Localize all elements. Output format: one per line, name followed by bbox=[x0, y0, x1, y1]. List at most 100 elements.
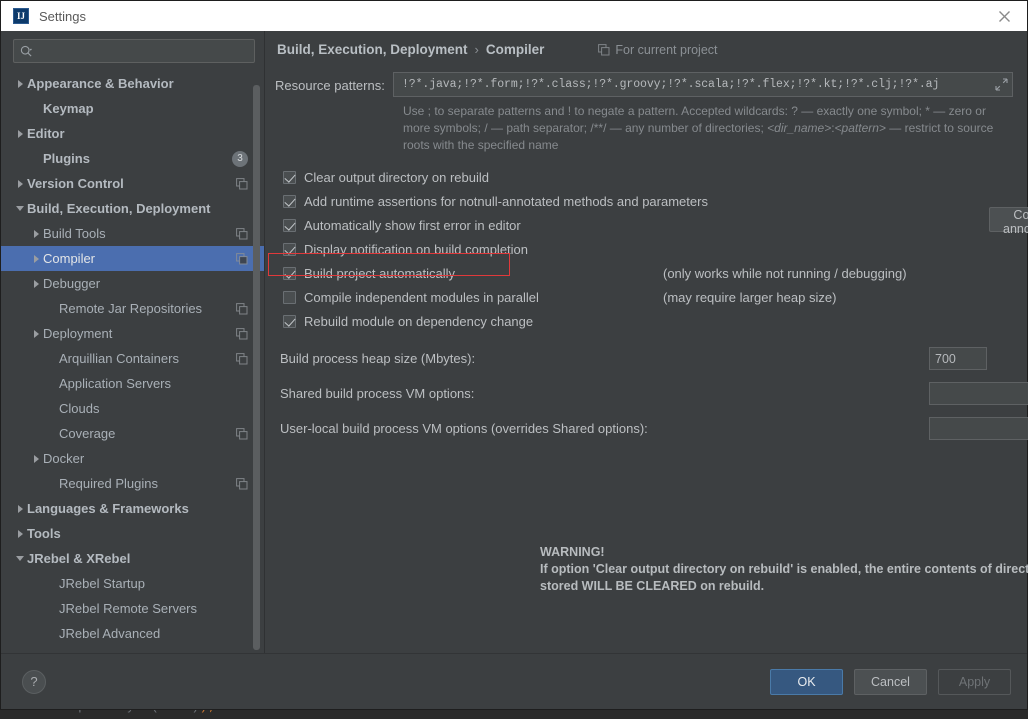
close-icon[interactable] bbox=[981, 1, 1027, 31]
search-container bbox=[1, 31, 264, 69]
sidebar-item-remote-jar-repositories[interactable]: Remote Jar Repositories bbox=[1, 296, 264, 321]
tree-twisty[interactable] bbox=[13, 546, 27, 571]
resource-patterns-input[interactable] bbox=[400, 77, 991, 92]
tree-twisty[interactable] bbox=[45, 396, 59, 421]
search-input[interactable] bbox=[33, 43, 248, 59]
sidebar-item-label: Arquillian Containers bbox=[59, 351, 236, 366]
sidebar-item-deployment[interactable]: Deployment bbox=[1, 321, 264, 346]
heap-size-input[interactable] bbox=[929, 347, 987, 370]
footer-buttons: OK Cancel Apply bbox=[770, 669, 1011, 695]
sidebar-item-jrebel-startup[interactable]: JRebel Startup bbox=[1, 571, 264, 596]
chevron-right-icon bbox=[34, 330, 39, 338]
sidebar-item-label: JRebel Advanced bbox=[59, 626, 248, 641]
tree-twisty[interactable] bbox=[45, 421, 59, 446]
copy-icon bbox=[236, 303, 248, 315]
ok-button[interactable]: OK bbox=[770, 669, 843, 695]
checkbox-label: Display notification on build completion bbox=[304, 242, 528, 257]
tree-twisty[interactable] bbox=[13, 521, 27, 546]
sidebar-scrollbar-thumb[interactable] bbox=[253, 85, 260, 650]
checkbox-label: Add runtime assertions for notnull-annot… bbox=[304, 194, 708, 209]
tree-twisty[interactable] bbox=[29, 96, 43, 121]
sidebar-item-languages-frameworks[interactable]: Languages & Frameworks bbox=[1, 496, 264, 521]
configure-annotations-button[interactable]: Configure annotations... bbox=[989, 207, 1028, 232]
sidebar-item-keymap[interactable]: Keymap bbox=[1, 96, 264, 121]
heap-size-row: Build process heap size (Mbytes): bbox=[275, 351, 1013, 366]
tree-twisty[interactable] bbox=[13, 496, 27, 521]
copy-icon bbox=[236, 253, 248, 265]
tree-twisty[interactable] bbox=[45, 596, 59, 621]
copy-icon bbox=[236, 478, 248, 490]
hint-dirname: <dir_name> bbox=[767, 121, 831, 135]
sidebar-item-label: Clouds bbox=[59, 401, 248, 416]
checkbox-add-runtime-assertions-for-notnull-annotated-methods-and-parameters[interactable] bbox=[283, 195, 296, 208]
sidebar-item-plugins[interactable]: Plugins3 bbox=[1, 146, 264, 171]
checkbox-clear-output-directory-on-rebuild[interactable] bbox=[283, 171, 296, 184]
sidebar-item-application-servers[interactable]: Application Servers bbox=[1, 371, 264, 396]
sidebar-item-compiler[interactable]: Compiler bbox=[1, 246, 264, 271]
option-note: (only works while not running / debuggin… bbox=[663, 266, 907, 281]
tree-twisty[interactable] bbox=[13, 171, 27, 196]
tree-twisty[interactable] bbox=[13, 196, 27, 221]
tree-twisty[interactable] bbox=[29, 321, 43, 346]
sidebar-item-coverage[interactable]: Coverage bbox=[1, 421, 264, 446]
sidebar-item-debugger[interactable]: Debugger bbox=[1, 271, 264, 296]
checkbox-build-project-automatically[interactable] bbox=[283, 267, 296, 280]
apply-button[interactable]: Apply bbox=[938, 669, 1011, 695]
help-button[interactable]: ? bbox=[22, 670, 46, 694]
tree-twisty[interactable] bbox=[45, 571, 59, 596]
sidebar-item-jrebel-remote-servers[interactable]: JRebel Remote Servers bbox=[1, 596, 264, 621]
sidebar-item-appearance-behavior[interactable]: Appearance & Behavior bbox=[1, 71, 264, 96]
sidebar-item-arquillian-containers[interactable]: Arquillian Containers bbox=[1, 346, 264, 371]
shared-vm-options-row: Shared build process VM options: bbox=[275, 386, 1013, 401]
tree-twisty[interactable] bbox=[29, 271, 43, 296]
checkbox-automatically-show-first-error-in-editor[interactable] bbox=[283, 219, 296, 232]
tree-twisty[interactable] bbox=[45, 621, 59, 646]
option-row: Display notification on build completion bbox=[275, 237, 1013, 261]
tree-twisty[interactable] bbox=[13, 71, 27, 96]
cancel-button[interactable]: Cancel bbox=[854, 669, 927, 695]
settings-dialog-screen: updateById(user)); Settings bbox=[0, 0, 1028, 719]
sidebar-item-build-tools[interactable]: Build Tools bbox=[1, 221, 264, 246]
sidebar-item-about[interactable]: About bbox=[1, 646, 264, 653]
sidebar-scrollbar[interactable] bbox=[253, 75, 260, 679]
compiler-settings-pane: Build, Execution, Deployment › Compiler … bbox=[264, 31, 1027, 653]
sidebar-item-label: Tools bbox=[27, 526, 248, 541]
tree-twisty[interactable] bbox=[45, 646, 59, 653]
sidebar-item-docker[interactable]: Docker bbox=[1, 446, 264, 471]
sidebar-item-label: Appearance & Behavior bbox=[27, 76, 248, 91]
checkbox-display-notification-on-build-completion[interactable] bbox=[283, 243, 296, 256]
option-row: Compile independent modules in parallel(… bbox=[275, 285, 1013, 309]
userlocal-vm-options-label: User-local build process VM options (ove… bbox=[280, 421, 648, 436]
checkbox-compile-independent-modules-in-parallel[interactable] bbox=[283, 291, 296, 304]
settings-tree[interactable]: Appearance & Behavior KeymapEditorPlugins… bbox=[1, 69, 264, 653]
resource-patterns-field[interactable] bbox=[393, 72, 1013, 97]
tree-twisty[interactable] bbox=[29, 446, 43, 471]
search-box[interactable] bbox=[13, 39, 255, 63]
chevron-right-icon bbox=[18, 180, 23, 188]
sidebar-item-clouds[interactable]: Clouds bbox=[1, 396, 264, 421]
option-row: Add runtime assertions for notnull-annot… bbox=[275, 189, 1013, 213]
shared-vm-options-input[interactable] bbox=[929, 382, 1028, 405]
sidebar-item-tools[interactable]: Tools bbox=[1, 521, 264, 546]
sidebar-item-version-control[interactable]: Version Control bbox=[1, 171, 264, 196]
chevron-down-icon bbox=[16, 556, 24, 561]
userlocal-vm-options-input[interactable] bbox=[929, 417, 1028, 440]
tree-twisty[interactable] bbox=[45, 296, 59, 321]
sidebar-item-editor[interactable]: Editor bbox=[1, 121, 264, 146]
checkbox-rebuild-module-on-dependency-change[interactable] bbox=[283, 315, 296, 328]
sidebar-item-build-execution-deployment[interactable]: Build, Execution, Deployment bbox=[1, 196, 264, 221]
sidebar-item-jrebel-xrebel[interactable]: JRebel & XRebel bbox=[1, 546, 264, 571]
resource-patterns-hint: Use ; to separate patterns and ! to nega… bbox=[403, 103, 1013, 154]
tree-twisty[interactable] bbox=[45, 346, 59, 371]
tree-twisty[interactable] bbox=[45, 371, 59, 396]
sidebar-item-label: Debugger bbox=[43, 276, 248, 291]
sidebar-item-required-plugins[interactable]: Required Plugins bbox=[1, 471, 264, 496]
sidebar-item-jrebel-advanced[interactable]: JRebel Advanced bbox=[1, 621, 264, 646]
copy-icon bbox=[236, 353, 248, 365]
tree-twisty[interactable] bbox=[29, 246, 43, 271]
tree-twisty[interactable] bbox=[29, 146, 43, 171]
tree-twisty[interactable] bbox=[13, 121, 27, 146]
tree-twisty[interactable] bbox=[29, 221, 43, 246]
tree-twisty[interactable] bbox=[45, 471, 59, 496]
sidebar-item-label: Version Control bbox=[27, 176, 236, 191]
